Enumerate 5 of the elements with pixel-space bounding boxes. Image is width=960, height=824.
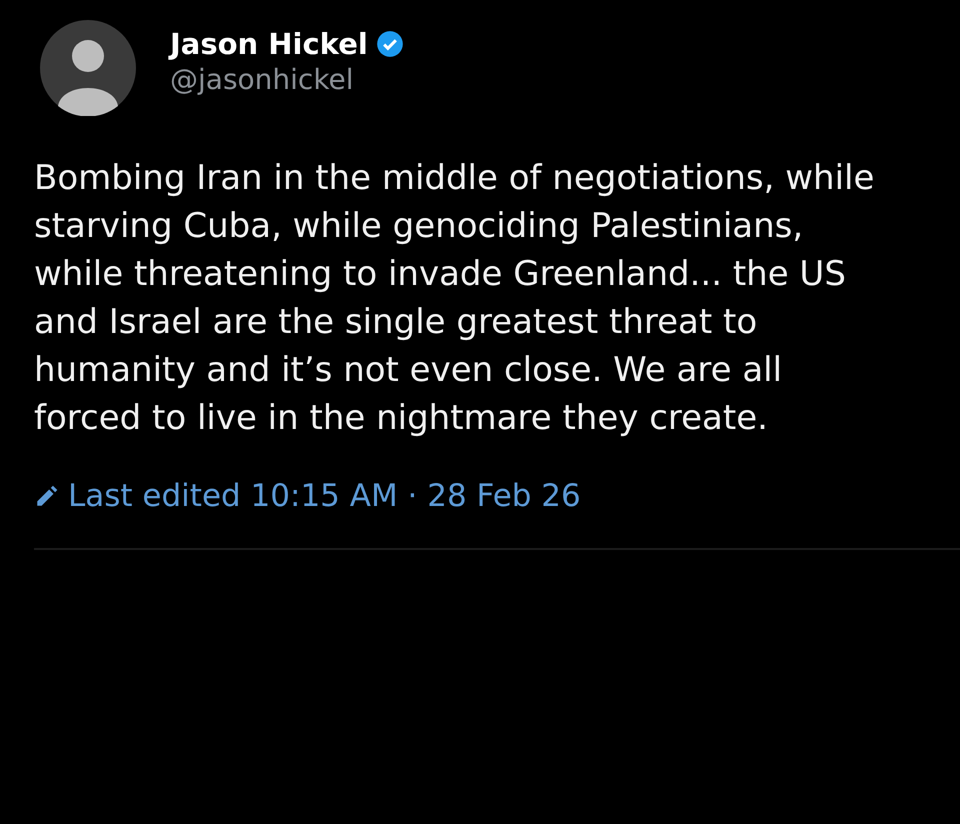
- post-text: Bombing Iran in the middle of negotiations, while starving Cuba, while genociding Palestinians, while threatening to invade Greenland... the US and Israel are the single greatest threat to humanity and it’s not even close. We are all forced to live in the nightmare they create.: [34, 157, 876, 440]
- edited-timestamp[interactable]: Last edited 10:15 AM · 28 Feb 26: [68, 478, 581, 514]
- avatar[interactable]: [40, 20, 136, 116]
- author-handle[interactable]: @jasonhickel: [170, 62, 404, 96]
- author-name[interactable]: Jason Hickel: [170, 26, 368, 60]
